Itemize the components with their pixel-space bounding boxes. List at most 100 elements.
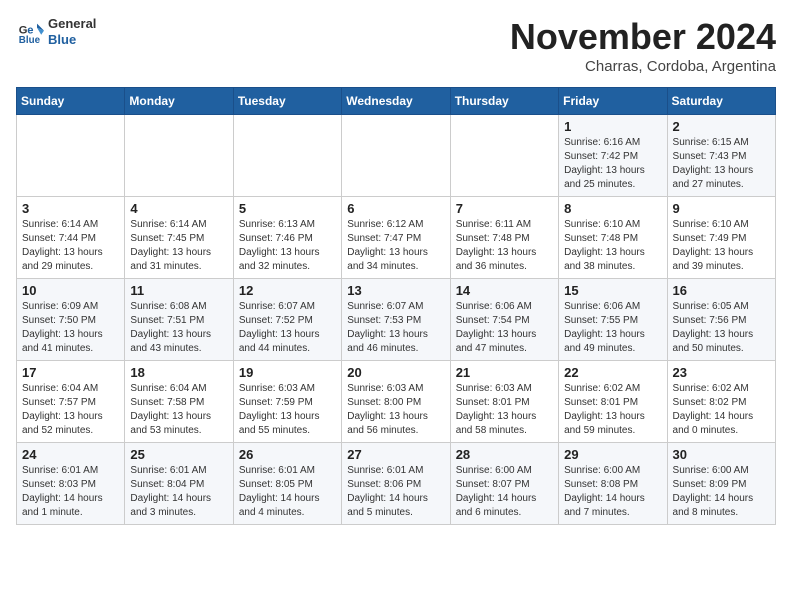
day-number: 23 [673,365,770,380]
week-row-1: 1Sunrise: 6:16 AM Sunset: 7:42 PM Daylig… [17,115,776,197]
month-title: November 2024 [510,16,776,58]
day-info: Sunrise: 6:10 AM Sunset: 7:48 PM Dayligh… [564,218,661,274]
day-cell: 21 Sunrise: 6:03 AM Sunset: 8:01 PM Dayli… [450,361,558,443]
day-info: Sunrise: 6:10 AM Sunset: 7:49 PM Dayligh… [673,218,770,274]
day-number: 6 [347,201,444,216]
week-row-4: 17Sunrise: 6:04 AM Sunset: 7:57 PM Dayli… [17,361,776,443]
day-cell: 27 Sunrise: 6:01 AM Sunset: 8:06 PM Dayli… [342,443,450,525]
day-info: Sunrise: 6:15 AM Sunset: 7:43 PM Dayligh… [673,136,770,192]
day-number: 16 [673,283,770,298]
day-number: 22 [564,365,661,380]
day-number: 29 [564,447,661,462]
day-info: Sunrise: 6:03 AM Sunset: 8:00 PM Dayligh… [347,382,444,438]
day-cell: 12 Sunrise: 6:07 AM Sunset: 7:52 PM Dayli… [233,279,341,361]
weekday-header-thursday: Thursday [450,88,558,115]
day-info: Sunrise: 6:00 AM Sunset: 8:08 PM Dayligh… [564,464,661,520]
day-info: Sunrise: 6:14 AM Sunset: 7:44 PM Dayligh… [22,218,119,274]
day-info: Sunrise: 6:12 AM Sunset: 7:47 PM Dayligh… [347,218,444,274]
day-cell: 1Sunrise: 6:16 AM Sunset: 7:42 PM Daylig… [559,115,667,197]
day-cell: 9Sunrise: 6:10 AM Sunset: 7:49 PM Daylig… [667,197,775,279]
day-info: Sunrise: 6:04 AM Sunset: 7:57 PM Dayligh… [22,382,119,438]
weekday-header-wednesday: Wednesday [342,88,450,115]
logo-line2: Blue [48,32,96,48]
week-row-2: 3 Sunrise: 6:14 AM Sunset: 7:44 PM Daylig… [17,197,776,279]
day-number: 8 [564,201,661,216]
day-number: 3 [22,201,119,216]
day-cell: 10 Sunrise: 6:09 AM Sunset: 7:50 PM Dayli… [17,279,125,361]
day-cell: 22 Sunrise: 6:02 AM Sunset: 8:01 PM Dayli… [559,361,667,443]
week-row-5: 24 Sunrise: 6:01 AM Sunset: 8:03 PM Dayli… [17,443,776,525]
weekday-header-sunday: Sunday [17,88,125,115]
day-cell: 15 Sunrise: 6:06 AM Sunset: 7:55 PM Dayli… [559,279,667,361]
day-cell: 13 Sunrise: 6:07 AM Sunset: 7:53 PM Dayli… [342,279,450,361]
day-cell: 11Sunrise: 6:08 AM Sunset: 7:51 PM Dayli… [125,279,233,361]
day-info: Sunrise: 6:01 AM Sunset: 8:05 PM Dayligh… [239,464,336,520]
day-number: 19 [239,365,336,380]
day-number: 10 [22,283,119,298]
weekday-header-friday: Friday [559,88,667,115]
day-info: Sunrise: 6:01 AM Sunset: 8:06 PM Dayligh… [347,464,444,520]
day-info: Sunrise: 6:07 AM Sunset: 7:52 PM Dayligh… [239,300,336,356]
svg-text:Blue: Blue [19,35,41,46]
day-number: 15 [564,283,661,298]
day-info: Sunrise: 6:00 AM Sunset: 8:09 PM Dayligh… [673,464,770,520]
day-cell: 16Sunrise: 6:05 AM Sunset: 7:56 PM Dayli… [667,279,775,361]
subtitle: Charras, Cordoba, Argentina [510,58,776,75]
day-cell: 2 Sunrise: 6:15 AM Sunset: 7:43 PM Daylig… [667,115,775,197]
logo-line1: General [48,16,96,32]
day-number: 5 [239,201,336,216]
day-cell: 5 Sunrise: 6:13 AM Sunset: 7:46 PM Daylig… [233,197,341,279]
header: G e Blue General Blue November 2024 Char… [16,16,776,75]
day-cell: 3 Sunrise: 6:14 AM Sunset: 7:44 PM Daylig… [17,197,125,279]
day-cell: 25 Sunrise: 6:01 AM Sunset: 8:04 PM Dayli… [125,443,233,525]
day-info: Sunrise: 6:01 AM Sunset: 8:03 PM Dayligh… [22,464,119,520]
logo: G e Blue General Blue [16,16,96,47]
day-info: Sunrise: 6:00 AM Sunset: 8:07 PM Dayligh… [456,464,553,520]
weekday-header-monday: Monday [125,88,233,115]
day-cell: 29 Sunrise: 6:00 AM Sunset: 8:08 PM Dayli… [559,443,667,525]
day-number: 27 [347,447,444,462]
day-number: 21 [456,365,553,380]
title-area: November 2024 Charras, Cordoba, Argentin… [510,16,776,75]
day-info: Sunrise: 6:08 AM Sunset: 7:51 PM Dayligh… [130,300,227,356]
day-number: 30 [673,447,770,462]
day-number: 13 [347,283,444,298]
day-info: Sunrise: 6:01 AM Sunset: 8:04 PM Dayligh… [130,464,227,520]
day-cell: 7 Sunrise: 6:11 AM Sunset: 7:48 PM Daylig… [450,197,558,279]
day-info: Sunrise: 6:11 AM Sunset: 7:48 PM Dayligh… [456,218,553,274]
calendar-table: SundayMondayTuesdayWednesdayThursdayFrid… [16,87,776,525]
day-number: 4 [130,201,227,216]
day-info: Sunrise: 6:09 AM Sunset: 7:50 PM Dayligh… [22,300,119,356]
day-number: 20 [347,365,444,380]
day-cell: 19Sunrise: 6:03 AM Sunset: 7:59 PM Dayli… [233,361,341,443]
day-number: 12 [239,283,336,298]
day-cell: 17Sunrise: 6:04 AM Sunset: 7:57 PM Dayli… [17,361,125,443]
day-info: Sunrise: 6:02 AM Sunset: 8:01 PM Dayligh… [564,382,661,438]
day-cell: 26 Sunrise: 6:01 AM Sunset: 8:05 PM Dayli… [233,443,341,525]
day-cell: 24 Sunrise: 6:01 AM Sunset: 8:03 PM Dayli… [17,443,125,525]
day-info: Sunrise: 6:07 AM Sunset: 7:53 PM Dayligh… [347,300,444,356]
day-cell: 20 Sunrise: 6:03 AM Sunset: 8:00 PM Dayli… [342,361,450,443]
day-cell: 18 Sunrise: 6:04 AM Sunset: 7:58 PM Dayli… [125,361,233,443]
day-cell: 30 Sunrise: 6:00 AM Sunset: 8:09 PM Dayli… [667,443,775,525]
logo-text: General Blue [48,16,96,47]
day-cell: 14Sunrise: 6:06 AM Sunset: 7:54 PM Dayli… [450,279,558,361]
day-cell: 4 Sunrise: 6:14 AM Sunset: 7:45 PM Daylig… [125,197,233,279]
day-number: 24 [22,447,119,462]
day-cell: 23Sunrise: 6:02 AM Sunset: 8:02 PM Dayli… [667,361,775,443]
day-number: 14 [456,283,553,298]
day-number: 2 [673,119,770,134]
day-number: 18 [130,365,227,380]
day-info: Sunrise: 6:13 AM Sunset: 7:46 PM Dayligh… [239,218,336,274]
day-cell: 8 Sunrise: 6:10 AM Sunset: 7:48 PM Daylig… [559,197,667,279]
logo-icon: G e Blue [16,18,44,46]
day-info: Sunrise: 6:03 AM Sunset: 8:01 PM Dayligh… [456,382,553,438]
day-info: Sunrise: 6:06 AM Sunset: 7:55 PM Dayligh… [564,300,661,356]
day-info: Sunrise: 6:14 AM Sunset: 7:45 PM Dayligh… [130,218,227,274]
day-number: 25 [130,447,227,462]
day-cell [450,115,558,197]
day-info: Sunrise: 6:04 AM Sunset: 7:58 PM Dayligh… [130,382,227,438]
day-number: 7 [456,201,553,216]
day-number: 26 [239,447,336,462]
day-cell [233,115,341,197]
